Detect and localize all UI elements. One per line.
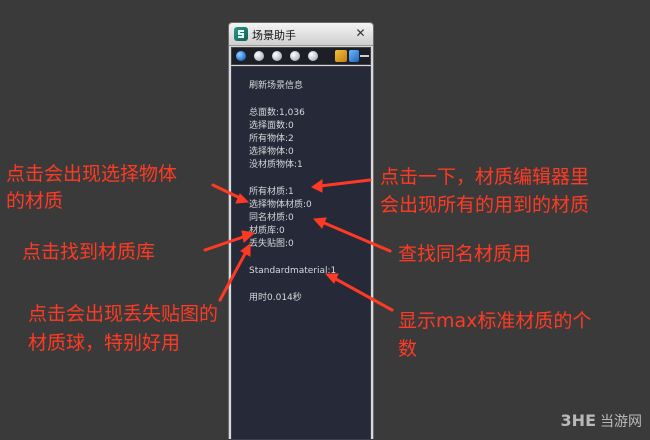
arrow-material-library	[203, 234, 248, 252]
watermark-logo: 3HE	[560, 411, 596, 430]
arrow-head-standard-material	[324, 273, 339, 284]
annotation-find-same-name: 查找同名材质用	[398, 243, 532, 265]
watermark-site: 当游网	[600, 414, 642, 430]
arrow-missing-maps	[218, 250, 248, 302]
annotation-all-materials-line1: 点击一下，材质编辑器里	[380, 166, 590, 188]
arrow-head-same-name	[312, 217, 327, 229]
annotation-find-library: 点击找到材质库	[22, 241, 156, 263]
arrow-all-materials	[318, 178, 372, 188]
arrow-select-objects	[211, 183, 242, 200]
annotation-all-materials-line2: 会出现所有的用到的材质	[380, 194, 590, 216]
arrow-head-all-materials	[311, 179, 323, 193]
arrow-head-material-library	[241, 230, 256, 243]
annotation-select-objects-line1: 点击会出现选择物体	[6, 163, 178, 185]
annotation-standard-count-line1: 显示max标准材质的个	[398, 310, 592, 332]
annotation-missing-maps-line2: 材质球，特别好用	[28, 332, 181, 354]
annotation-missing-maps-line1: 点击会出现丢失贴图的	[28, 303, 219, 325]
annotation-arrows	[203, 178, 394, 312]
annotation-select-objects-line2: 的材质	[6, 190, 64, 212]
annotation-standard-count-line2: 数	[398, 338, 418, 360]
arrow-standard-material	[332, 276, 394, 312]
watermark: 3HE 当游网	[561, 411, 642, 431]
arrow-same-name	[320, 220, 392, 253]
